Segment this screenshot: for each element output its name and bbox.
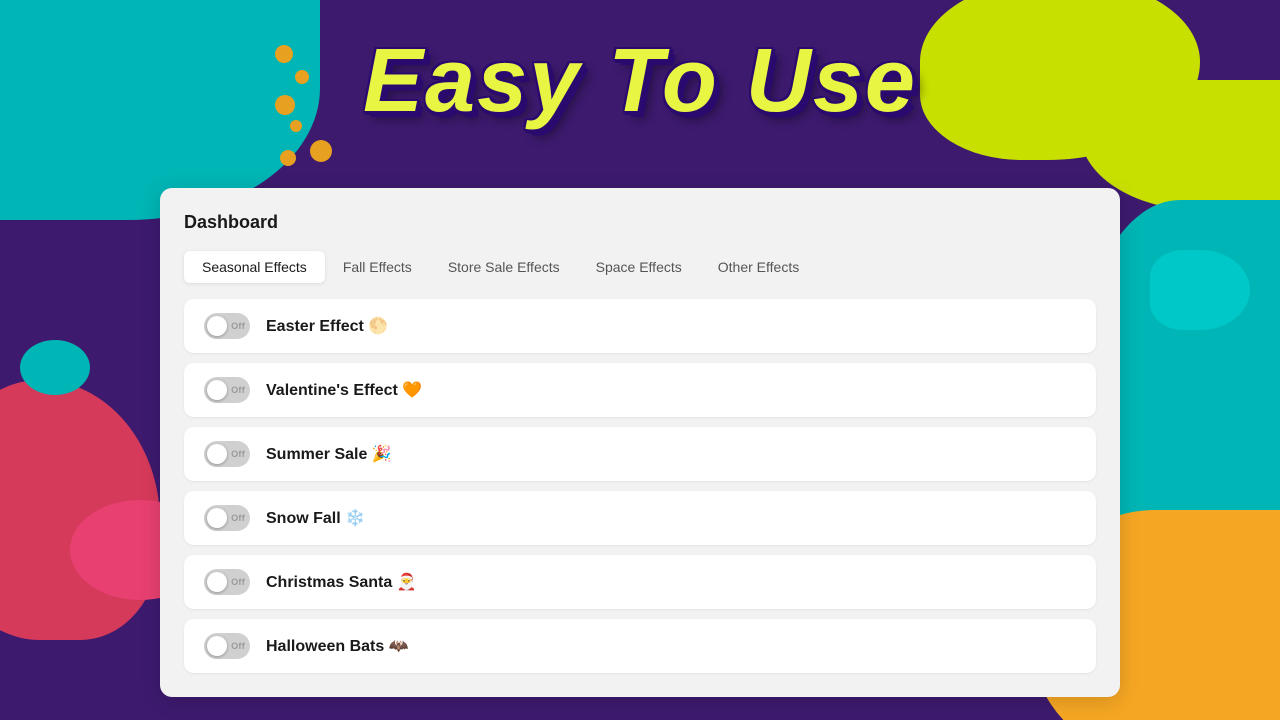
toggle-label-halloween-bats: Off — [231, 641, 245, 651]
bg-blob-teal-left-sm — [20, 340, 90, 395]
toggle-track-snow-fall: Off — [204, 505, 250, 531]
bg-dot-6 — [310, 140, 332, 162]
toggle-label-easter: Off — [231, 321, 245, 331]
toggle-label-christmas-santa: Off — [231, 577, 245, 587]
toggle-thumb-snow-fall — [207, 508, 227, 528]
effect-item-halloween-bats: Off Halloween Bats 🦇 — [184, 619, 1096, 673]
toggle-label-summer-sale: Off — [231, 449, 245, 459]
toggle-track-halloween-bats: Off — [204, 633, 250, 659]
toggle-thumb-halloween-bats — [207, 636, 227, 656]
bg-dot-5 — [280, 150, 296, 166]
toggle-easter[interactable]: Off — [204, 313, 250, 339]
effect-label-summer-sale: Summer Sale 🎉 — [266, 444, 392, 464]
hero-title: Easy To Use — [0, 30, 1280, 133]
toggle-label-snow-fall: Off — [231, 513, 245, 523]
toggle-track-christmas-santa: Off — [204, 569, 250, 595]
toggle-track-valentine: Off — [204, 377, 250, 403]
tab-space[interactable]: Space Effects — [578, 251, 700, 283]
toggle-christmas-santa[interactable]: Off — [204, 569, 250, 595]
effect-label-easter: Easter Effect 🌕 — [266, 316, 388, 336]
effect-label-christmas-santa: Christmas Santa 🎅 — [266, 572, 417, 592]
toggle-valentine[interactable]: Off — [204, 377, 250, 403]
effect-item-easter: Off Easter Effect 🌕 — [184, 299, 1096, 353]
hero-section: Easy To Use — [0, 30, 1280, 133]
toggle-thumb-easter — [207, 316, 227, 336]
effect-item-christmas-santa: Off Christmas Santa 🎅 — [184, 555, 1096, 609]
toggle-thumb-christmas-santa — [207, 572, 227, 592]
bg-blob-teal-small — [1150, 250, 1250, 330]
toggle-summer-sale[interactable]: Off — [204, 441, 250, 467]
effects-list: Off Easter Effect 🌕 Off Valentine's Effe… — [184, 299, 1096, 673]
tab-other[interactable]: Other Effects — [700, 251, 817, 283]
effect-item-snow-fall: Off Snow Fall ❄️ — [184, 491, 1096, 545]
tab-store-sale[interactable]: Store Sale Effects — [430, 251, 578, 283]
effect-label-halloween-bats: Halloween Bats 🦇 — [266, 636, 409, 656]
dashboard-panel: Dashboard Seasonal Effects Fall Effects … — [160, 188, 1120, 697]
toggle-label-valentine: Off — [231, 385, 245, 395]
toggle-thumb-valentine — [207, 380, 227, 400]
tabs-container: Seasonal Effects Fall Effects Store Sale… — [184, 251, 1096, 283]
toggle-track-summer-sale: Off — [204, 441, 250, 467]
effect-item-summer-sale: Off Summer Sale 🎉 — [184, 427, 1096, 481]
tab-fall[interactable]: Fall Effects — [325, 251, 430, 283]
effect-label-valentine: Valentine's Effect 🧡 — [266, 380, 422, 400]
effect-label-snow-fall: Snow Fall ❄️ — [266, 508, 365, 528]
toggle-halloween-bats[interactable]: Off — [204, 633, 250, 659]
tab-seasonal[interactable]: Seasonal Effects — [184, 251, 325, 283]
effect-item-valentine: Off Valentine's Effect 🧡 — [184, 363, 1096, 417]
dashboard-title: Dashboard — [184, 212, 1096, 233]
toggle-track-easter: Off — [204, 313, 250, 339]
toggle-snow-fall[interactable]: Off — [204, 505, 250, 531]
toggle-thumb-summer-sale — [207, 444, 227, 464]
